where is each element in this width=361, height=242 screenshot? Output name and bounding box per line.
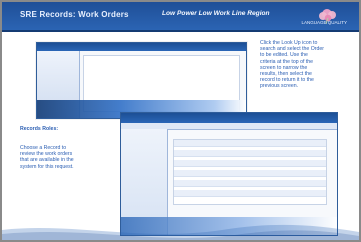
slide-subtitle: Low Power Low Work Line Region: [162, 10, 270, 17]
slide-title: SRE Records: Work Orders: [20, 10, 129, 19]
table-row: [174, 180, 326, 187]
slide: SRE Records: Work Orders Low Power Low W…: [2, 2, 359, 240]
slide-header: SRE Records: Work Orders Low Power Low W…: [2, 2, 359, 32]
instruction-note-left: Records Roles: Choose a Record to review…: [20, 114, 116, 169]
screenshot-2-titlebar: [121, 113, 337, 123]
table-row: [174, 140, 326, 147]
table-row: [174, 190, 326, 197]
instruction-note-right: Click the Look Up icon to search and sel…: [260, 40, 325, 90]
screenshot-1: [36, 42, 247, 119]
slide-frame: SRE Records: Work Orders Low Power Low W…: [0, 0, 361, 242]
screenshot-1-titlebar: [37, 43, 246, 51]
logo-text: LANGUAGE QUALITY: [301, 20, 347, 25]
table-row: [174, 160, 326, 167]
bottom-wave-graphic: [2, 224, 359, 240]
instruction-note-left-body: Choose a Record to review the work order…: [20, 145, 74, 170]
table-row: [174, 150, 326, 157]
table-row: [174, 170, 326, 177]
screenshot-2-table: [173, 139, 327, 205]
logo: LANGUAGE QUALITY: [301, 4, 349, 28]
instruction-note-left-title: Records Roles:: [20, 126, 59, 133]
